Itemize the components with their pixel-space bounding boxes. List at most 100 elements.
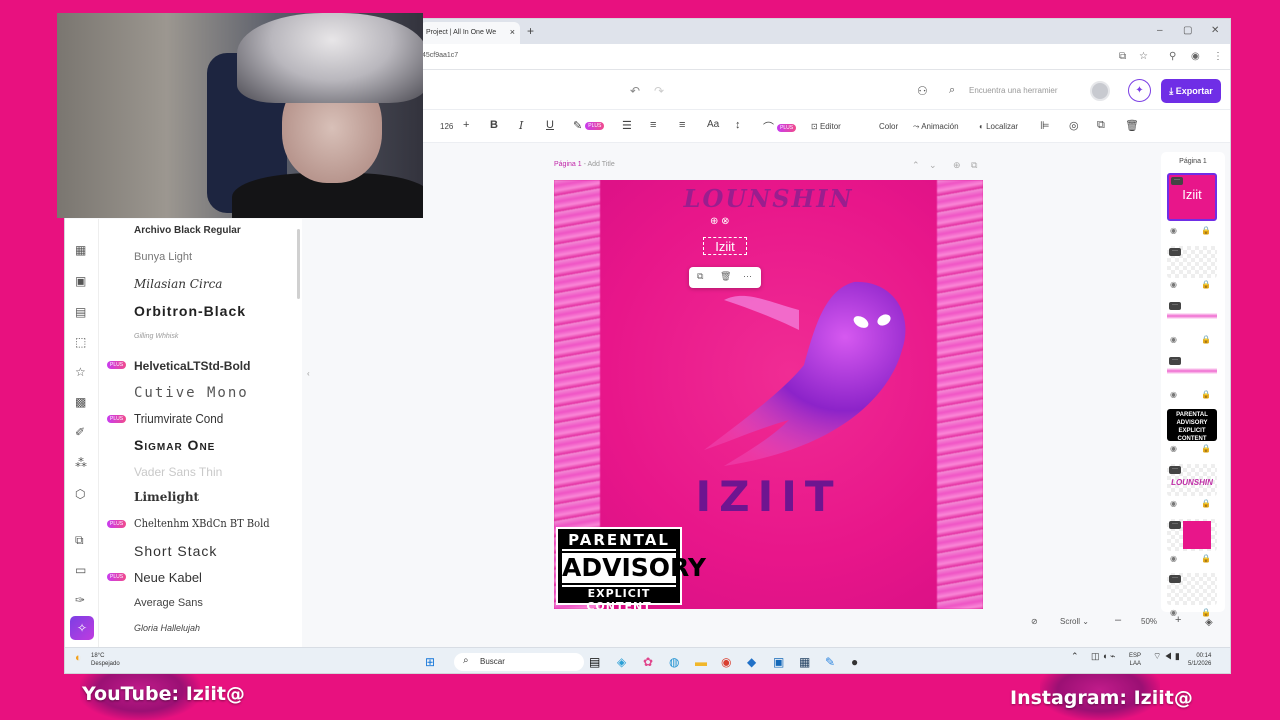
close-tab-icon[interactable]: × (510, 27, 515, 37)
lock-icon[interactable]: 🔒 (1201, 280, 1211, 289)
editor-button[interactable]: ⊡ Editor (811, 122, 841, 131)
lock-icon[interactable]: 🔒 (1201, 554, 1211, 563)
zoom-in-icon[interactable]: + (1175, 614, 1181, 626)
minimize-icon[interactable]: – (1157, 25, 1163, 36)
lock-icon[interactable]: 🔒 (1201, 444, 1211, 453)
layers-toggle-icon[interactable]: ◈ (1205, 617, 1213, 628)
numbered-list-icon[interactable]: ≡ (650, 119, 656, 131)
design-artboard[interactable]: LOUNSHIN ⊕ ⊗ Iziit ⧉ 🗑 ⋯ IZIIT PARENTAL … (554, 180, 983, 609)
page-down-icon[interactable]: ⌄ (929, 160, 937, 171)
layer-item[interactable]: ··· (1167, 355, 1217, 387)
visibility-icon[interactable]: ◉ (1170, 499, 1177, 508)
folder-icon[interactable]: ▭ (75, 563, 86, 577)
text-color-icon[interactable]: ✎ PLUS (573, 119, 605, 132)
artwork-top-title[interactable]: LOUNSHIN (554, 184, 983, 213)
undo-icon[interactable]: ↶ (630, 84, 640, 98)
taskbar-search[interactable]: ⌕ Buscar (454, 653, 584, 671)
align-center-icon[interactable]: ≡ (679, 119, 685, 131)
text-case-icon[interactable]: Aa (707, 119, 719, 130)
font-option-gloria-hallelujah[interactable]: Gloria Hallelujah (134, 623, 200, 633)
zoom-level[interactable]: 50% (1141, 617, 1157, 626)
upgrade-icon[interactable]: ✦ (1128, 79, 1151, 102)
font-option-average-sans[interactable]: Average Sans (134, 597, 203, 609)
frame-icon[interactable]: ⬚ (75, 335, 86, 349)
translate-icon[interactable]: ⧉ (1119, 51, 1126, 62)
elements-icon[interactable]: ⁂ (75, 456, 87, 470)
collapse-panel-icon[interactable]: ‹ (307, 369, 310, 378)
obs-icon[interactable]: ● (851, 655, 858, 669)
font-option-bunya-light[interactable]: Bunya Light (134, 251, 192, 263)
visibility-icon[interactable]: ◉ (1170, 335, 1177, 344)
font-option-short-stack[interactable]: Short Stack (134, 543, 217, 559)
font-option-limelight[interactable]: Limelight (134, 490, 199, 504)
visibility-icon[interactable]: ◉ (1170, 280, 1177, 289)
align-objects-icon[interactable]: ⊫ (1040, 119, 1050, 132)
layer-menu-icon[interactable]: ··· (1169, 575, 1181, 583)
edge-icon[interactable]: ◍ (669, 655, 679, 669)
windows-start-icon[interactable]: ⊞ (425, 655, 435, 669)
layer-menu-icon[interactable]: ··· (1169, 248, 1181, 256)
visibility-icon[interactable]: ◉ (1170, 226, 1177, 235)
tool-search-input[interactable]: ⌕ Encuentra una herramier (941, 80, 1069, 102)
font-size-value[interactable]: 126 (440, 122, 453, 131)
visibility-icon[interactable]: ◉ (1170, 444, 1177, 453)
lock-icon[interactable]: 🔒 (1201, 608, 1211, 617)
app-icon-2[interactable]: ✿ (643, 655, 653, 669)
lock-icon[interactable]: 🔒 (1201, 499, 1211, 508)
crop-icon[interactable]: ⧉ (75, 533, 84, 548)
layer-item[interactable]: ··· LOUNSHIN (1167, 464, 1217, 496)
extensions-icon[interactable]: ⚲ (1169, 51, 1176, 62)
ai-tools-icon[interactable]: ✧ (70, 616, 94, 640)
close-window-icon[interactable]: ✕ (1211, 25, 1219, 36)
font-option-milasian-circa[interactable]: Milasian Circa (134, 277, 222, 291)
underline-icon[interactable]: U (546, 119, 554, 131)
browser-tab[interactable]: Project | All In One We × (420, 22, 520, 44)
italic-icon[interactable]: I (519, 119, 523, 132)
locate-button[interactable]: ◐ Localizar (979, 122, 1018, 131)
visibility-icon[interactable]: ◉ (1170, 390, 1177, 399)
profile-icon[interactable]: ◉ (1191, 51, 1200, 62)
add-page-icon[interactable]: ⊕ (953, 160, 961, 171)
lock-icon[interactable]: 🔒 (1201, 390, 1211, 399)
layer-item[interactable]: ··· Iziit (1167, 173, 1217, 221)
layer-menu-icon[interactable]: ··· (1169, 302, 1181, 310)
visibility-icon[interactable]: ◉ (1170, 554, 1177, 563)
selected-text-box[interactable]: Iziit (703, 237, 747, 255)
artwork-main-title[interactable]: IZIIT (554, 472, 983, 521)
color-button[interactable]: Color (879, 122, 898, 131)
task-view-icon[interactable]: ▤ (589, 655, 600, 669)
page-up-icon[interactable]: ⌃ (912, 160, 920, 171)
ghost-illustration[interactable] (704, 270, 914, 470)
bullet-list-icon[interactable]: ☰ (622, 119, 632, 132)
favorites-icon[interactable]: ☆ (75, 365, 86, 379)
layer-item[interactable]: PARENTAL ADVISORY EXPLICIT CONTENT (1167, 409, 1217, 441)
selection-handles-icon[interactable]: ⊕ ⊗ (710, 216, 730, 227)
maximize-icon[interactable]: ▢ (1183, 25, 1192, 36)
font-option-neue-kabel[interactable]: Neue Kabel (134, 570, 202, 585)
transparency-icon[interactable]: ◎ (1069, 119, 1079, 132)
delete-icon[interactable]: 🗑 (1125, 119, 1139, 132)
templates-icon[interactable]: ▦ (75, 243, 86, 257)
layer-menu-icon[interactable]: ··· (1169, 466, 1181, 474)
language-indicator[interactable]: ESP LAA (1129, 652, 1141, 668)
folder-icon[interactable]: ▬ (695, 655, 707, 669)
add-title-link[interactable]: - Add Title (584, 161, 615, 168)
draw-icon[interactable]: ✑ (75, 593, 85, 607)
app-icon-3[interactable]: ◆ (747, 655, 756, 669)
tray-chevron-icon[interactable]: ⌃ (1071, 652, 1079, 661)
parental-advisory-label[interactable]: PARENTAL ADVISORY EXPLICIT CONTENT (556, 527, 706, 609)
menu-dots-icon[interactable]: ⋮ (1213, 51, 1223, 62)
layer-menu-icon[interactable]: ··· (1169, 357, 1181, 365)
layer-menu-icon[interactable]: ··· (1169, 521, 1181, 529)
app-icon-1[interactable]: ◈ (617, 655, 626, 669)
wifi-volume-icons[interactable]: ⌔ ◀ ▮ (1153, 652, 1180, 661)
layer-item[interactable]: ··· (1167, 519, 1217, 551)
brush-icon[interactable]: ✐ (75, 425, 85, 439)
redo-icon[interactable]: ↷ (654, 84, 664, 98)
animation-button[interactable]: ⤳ Animación (913, 122, 959, 132)
new-tab-button[interactable]: + (527, 24, 534, 38)
font-option-gilling-whhisk[interactable]: Gilling Whhisk (134, 333, 178, 340)
font-option-helvetica-bold[interactable]: HelveticaLTStd-Bold (134, 359, 250, 373)
bookmark-star-icon[interactable]: ☆ (1139, 51, 1148, 62)
font-option-archivo-black[interactable]: Archivo Black Regular (134, 225, 241, 236)
